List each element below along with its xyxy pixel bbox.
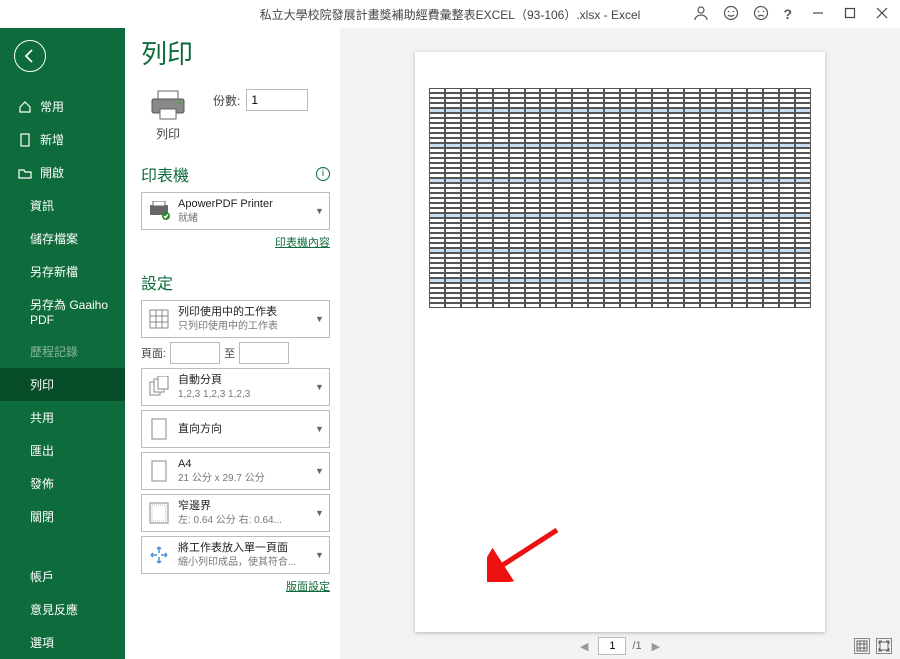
info-icon[interactable]: i	[316, 167, 330, 181]
home-icon	[18, 100, 32, 114]
chevron-down-icon: ▼	[315, 206, 325, 216]
sidebar-item[interactable]: 儲存檔案	[0, 222, 125, 255]
preview-page	[415, 52, 825, 632]
smile-icon[interactable]	[723, 5, 739, 24]
page-number-input[interactable]	[598, 637, 626, 655]
chevron-down-icon: ▼	[315, 550, 325, 560]
sidebar-item-label: 意見反應	[30, 601, 78, 618]
sidebar-item-label: 儲存檔案	[30, 230, 78, 247]
print-preview: ◀ /1 ▶	[340, 28, 900, 659]
margins-icon	[146, 500, 172, 526]
sidebar-item-label: 資訊	[30, 197, 54, 214]
minimize-button[interactable]	[812, 6, 824, 22]
preview-footer: ◀ /1 ▶	[340, 637, 900, 655]
sidebar-item-label: 常用	[40, 98, 64, 115]
sidebar-item-label: 歷程記錄	[30, 343, 78, 360]
sidebar-item: 歷程記錄	[0, 335, 125, 368]
portrait-icon	[146, 416, 172, 442]
sidebar-item-label: 發佈	[30, 475, 54, 492]
chevron-down-icon: ▼	[315, 466, 325, 476]
sidebar-item-label: 新增	[40, 131, 64, 148]
sidebar-item[interactable]: 共用	[0, 401, 125, 434]
sidebar-item[interactable]: 新增	[0, 123, 125, 156]
printer-icon	[148, 89, 188, 121]
back-button[interactable]	[14, 40, 46, 72]
print-button[interactable]: 列印	[141, 89, 195, 142]
copies-input[interactable]	[246, 89, 308, 111]
sidebar-item-label: 選項	[30, 634, 54, 651]
page-from-input[interactable]	[170, 342, 220, 364]
page-setup-link[interactable]: 版面設定	[286, 581, 330, 593]
page-range-row: 頁面: 至	[141, 342, 330, 364]
sidebar-item[interactable]: 匯出	[0, 434, 125, 467]
sidebar-item-label: 匯出	[30, 442, 54, 459]
printer-selector[interactable]: ApowerPDF Printer 就緒 ▼	[141, 192, 330, 230]
page-to-input[interactable]	[239, 342, 289, 364]
sidebar-item[interactable]: 關閉	[0, 500, 125, 533]
print-button-label: 列印	[141, 125, 195, 142]
user-icon[interactable]	[693, 5, 709, 24]
sidebar-item-label: 帳戶	[30, 568, 54, 585]
sheets-icon	[146, 306, 172, 332]
collate-icon	[146, 374, 172, 400]
printer-status: 就緒	[178, 212, 309, 225]
copies-label: 份數:	[213, 92, 240, 109]
maximize-button[interactable]	[844, 6, 856, 22]
sidebar-item[interactable]: 列印	[0, 368, 125, 401]
sidebar-item[interactable]: 開啟	[0, 156, 125, 189]
sidebar-item-label: 列印	[30, 376, 54, 393]
prev-page-button[interactable]: ◀	[576, 640, 592, 653]
sidebar-item-label: 共用	[30, 409, 54, 426]
close-button[interactable]	[876, 6, 888, 22]
page-heading: 列印	[141, 34, 330, 71]
print-pane: 列印 列印 份數: 印表機 i	[125, 28, 900, 659]
help-icon[interactable]: ?	[783, 6, 792, 22]
pages-label: 頁面:	[141, 345, 166, 361]
sad-icon[interactable]	[753, 5, 769, 24]
sidebar-item[interactable]: 帳戶	[0, 560, 125, 593]
settings-section-heading: 設定	[141, 270, 173, 294]
margins-selector[interactable]: 窄邊界左: 0.64 公分 右: 0.64... ▼	[141, 494, 330, 532]
printer-name: ApowerPDF Printer	[178, 197, 309, 211]
page-total: /1	[632, 640, 641, 652]
sidebar-item[interactable]: 意見反應	[0, 593, 125, 626]
doc-icon	[18, 133, 32, 147]
sidebar-item[interactable]: 選項	[0, 626, 125, 659]
sidebar-item-label: 另存新檔	[30, 263, 78, 280]
sheet-thumbnail	[429, 88, 811, 308]
scaling-selector[interactable]: 將工作表放入單一頁面縮小列印成品，使其符合... ▼	[141, 536, 330, 574]
print-what-selector[interactable]: 列印使用中的工作表只列印使用中的工作表 ▼	[141, 300, 330, 338]
next-page-button[interactable]: ▶	[648, 640, 664, 653]
chevron-down-icon: ▼	[315, 382, 325, 392]
zoom-to-page-button[interactable]	[876, 638, 892, 654]
chevron-down-icon: ▼	[315, 424, 325, 434]
sidebar-item-label: 關閉	[30, 508, 54, 525]
open-icon	[18, 166, 32, 180]
sidebar-item[interactable]: 另存為 Gaaiho PDF	[0, 288, 125, 335]
sidebar-item[interactable]: 發佈	[0, 467, 125, 500]
titlebar-controls: ?	[693, 5, 896, 24]
page-icon	[146, 458, 172, 484]
backstage-sidebar: 常用新增開啟資訊儲存檔案另存新檔另存為 Gaaiho PDF 歷程記錄列印共用匯出…	[0, 28, 125, 659]
sidebar-item-label: 另存為 Gaaiho PDF	[30, 296, 125, 327]
chevron-down-icon: ▼	[315, 314, 325, 324]
orientation-selector[interactable]: 直向方向 ▼	[141, 410, 330, 448]
paper-size-selector[interactable]: A421 公分 x 29.7 公分 ▼	[141, 452, 330, 490]
titlebar: 私立大學校院發展計畫獎補助經費彙整表EXCEL（93-106）.xlsx - E…	[0, 0, 900, 28]
sidebar-item[interactable]: 另存新檔	[0, 255, 125, 288]
sidebar-item-label: 開啟	[40, 164, 64, 181]
show-margins-button[interactable]	[854, 638, 870, 654]
fit-icon	[146, 542, 172, 568]
pages-to-label: 至	[224, 345, 235, 361]
printer-section-heading: 印表機	[141, 162, 189, 186]
printer-properties-link[interactable]: 印表機內容	[275, 237, 330, 249]
printer-status-icon	[146, 198, 172, 224]
collation-selector[interactable]: 自動分頁1,2,3 1,2,3 1,2,3 ▼	[141, 368, 330, 406]
sidebar-item[interactable]: 資訊	[0, 189, 125, 222]
sidebar-item[interactable]: 常用	[0, 90, 125, 123]
print-settings-column: 列印 列印 份數: 印表機 i	[125, 28, 340, 659]
chevron-down-icon: ▼	[315, 508, 325, 518]
